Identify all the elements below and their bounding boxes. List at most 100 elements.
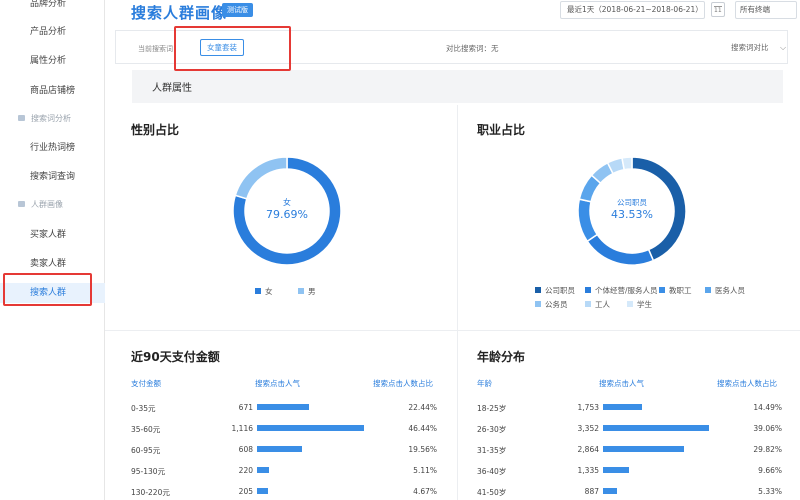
payment-panel-title: 近90天支付金额	[131, 350, 220, 364]
share-bar	[603, 488, 618, 494]
share-bar	[257, 425, 364, 431]
legend-swatch	[255, 288, 261, 294]
section-header-crowd-attributes: 人群属性	[132, 70, 783, 103]
table-cell-share: 9.66%	[758, 466, 782, 475]
legend-item-student: 学生	[627, 299, 652, 310]
share-bar	[603, 467, 630, 473]
table-cell-share: 14.49%	[753, 403, 782, 412]
legend-swatch	[659, 287, 665, 293]
calendar-icon[interactable]	[711, 2, 725, 17]
sidebar-item-attribute-analysis[interactable]: 属性分析	[0, 51, 105, 71]
folder-icon	[18, 115, 25, 121]
share-bar	[257, 488, 268, 494]
sidebar-item-buyer-crowd[interactable]: 买家人群	[0, 225, 105, 245]
age-col-share: 搜索点击人数占比	[717, 379, 777, 388]
chevron-down-icon[interactable]: ⌵	[780, 43, 786, 53]
sidebar-item-hot-words[interactable]: 行业热词榜	[0, 138, 105, 158]
occupation-center-label: 公司职员	[617, 198, 647, 207]
table-cell-popularity: 1,335	[577, 466, 599, 475]
sidebar-group-crowd-profile: 人群画像	[0, 196, 105, 214]
occupation-legend: 公司职员 个体经营/服务人员 教职工 医务人员 公务员 工人 学生	[535, 285, 765, 315]
age-col-popularity: 搜索点击人气	[599, 379, 644, 388]
legend-item-male: 男	[298, 286, 316, 297]
terminal-select[interactable]: 所有终端	[735, 1, 797, 19]
legend-swatch	[535, 301, 541, 307]
sidebar-item-seller-crowd[interactable]: 卖家人群	[0, 254, 105, 274]
folder-icon	[18, 201, 25, 207]
compare-keyword-label: 对比搜索词：无	[446, 44, 499, 53]
legend-item-worker: 工人	[585, 299, 610, 310]
table-cell-popularity: 1,753	[577, 403, 599, 412]
table-cell-popularity: 671	[238, 403, 253, 412]
legend-item-company-staff: 公司职员	[535, 285, 575, 296]
legend-swatch	[705, 287, 711, 293]
table-cell-popularity: 2,864	[577, 445, 599, 454]
sidebar: 品牌分析 产品分析 属性分析 商品店铺榜 搜索词分析 行业热词榜 搜索词查询 人…	[0, 0, 105, 500]
table-cell-range: 0-35元	[131, 404, 156, 413]
beta-badge: 测试版	[222, 3, 253, 17]
legend-swatch	[627, 301, 633, 307]
table-cell-range: 36-40岁	[477, 467, 507, 476]
table-cell-share: 46.44%	[408, 424, 437, 433]
highlight-box-sidebar	[3, 273, 92, 306]
date-range-select[interactable]: 最近1天（2018-06-21~2018-06-21）	[560, 1, 705, 19]
table-cell-share: 22.44%	[408, 403, 437, 412]
table-cell-share: 5.33%	[758, 487, 782, 496]
age-panel-title: 年龄分布	[477, 350, 526, 364]
payment-col-amount: 支付金额	[131, 379, 161, 388]
table-cell-range: 130-220元	[131, 488, 170, 497]
table-cell-range: 41-50岁	[477, 488, 507, 497]
share-bar	[603, 446, 684, 452]
column-divider	[457, 105, 458, 500]
payment-col-popularity: 搜索点击人气	[255, 379, 300, 388]
payment-col-share: 搜索点击人数占比	[373, 379, 433, 388]
main-content: 搜索人群画像 测试版 最近1天（2018-06-21~2018-06-21） 所…	[105, 0, 800, 500]
sidebar-group-search-analysis: 搜索词分析	[0, 110, 105, 128]
highlight-box-keyword	[174, 26, 291, 71]
occupation-center-value: 43.53%	[611, 208, 653, 221]
share-bar	[257, 404, 309, 410]
table-cell-share: 4.67%	[413, 487, 437, 496]
legend-swatch	[585, 301, 591, 307]
legend-item-medical-staff: 医务人员	[705, 285, 745, 296]
legend-item-civil-servant: 公务员	[535, 299, 568, 310]
table-cell-range: 18-25岁	[477, 404, 507, 413]
table-cell-range: 35-60元	[131, 425, 161, 434]
gender-panel-title: 性别占比	[131, 123, 180, 137]
table-cell-share: 39.06%	[753, 424, 782, 433]
table-cell-popularity: 887	[584, 487, 599, 496]
gender-center-label: 女	[283, 198, 291, 207]
sidebar-item-word-query[interactable]: 搜索词查询	[0, 167, 105, 187]
share-bar	[603, 404, 643, 410]
legend-item-teaching-staff: 教职工	[659, 285, 692, 296]
table-cell-range: 95-130元	[131, 467, 166, 476]
table-cell-popularity: 205	[238, 487, 253, 496]
sidebar-item-product-store-rank[interactable]: 商品店铺榜	[0, 81, 105, 101]
table-cell-share: 19.56%	[408, 445, 437, 454]
table-cell-popularity: 3,352	[577, 424, 599, 433]
sidebar-item-product-analysis[interactable]: 产品分析	[0, 22, 105, 42]
share-bar	[257, 446, 303, 452]
legend-swatch	[585, 287, 591, 293]
table-cell-range: 26-30岁	[477, 425, 507, 434]
compare-keyword-button[interactable]: 搜索词对比	[731, 42, 769, 53]
share-bar	[257, 467, 269, 473]
table-cell-popularity: 608	[238, 445, 253, 454]
table-cell-range: 60-95元	[131, 446, 161, 455]
legend-swatch	[535, 287, 541, 293]
donut-slice	[234, 156, 288, 200]
table-cell-share: 5.11%	[413, 466, 437, 475]
table-cell-popularity: 1,116	[231, 424, 253, 433]
legend-swatch	[298, 288, 304, 294]
donut-slice	[577, 198, 599, 243]
legend-item-self-employed: 个体经营/服务人员	[585, 285, 658, 296]
occupation-panel-title: 职业占比	[477, 123, 526, 137]
sidebar-item-brand-analysis[interactable]: 品牌分析	[0, 0, 105, 14]
donut-slice	[621, 156, 633, 171]
age-col-range: 年龄	[477, 379, 492, 388]
legend-item-female: 女	[255, 286, 273, 297]
donut-slice	[586, 233, 655, 266]
table-cell-range: 31-35岁	[477, 446, 507, 455]
table-cell-popularity: 220	[238, 466, 253, 475]
row-divider	[105, 330, 800, 331]
